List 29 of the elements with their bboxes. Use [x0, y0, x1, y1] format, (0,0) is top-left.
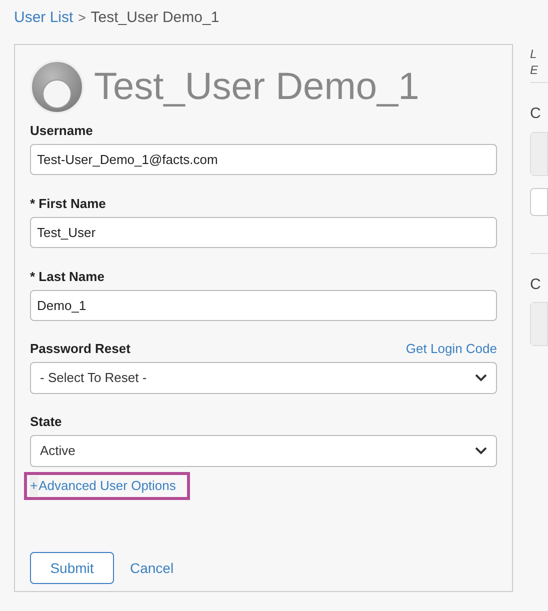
breadcrumb-link[interactable]: User List — [14, 6, 74, 30]
note-text: L — [530, 46, 537, 62]
expand-icon[interactable]: + — [30, 476, 38, 496]
data-table — [530, 302, 548, 346]
data-table — [530, 132, 548, 176]
section-heading: C — [530, 274, 541, 294]
field-label: Password Reset — [30, 340, 130, 358]
breadcrumb-current: Test_User Demo_1 — [90, 8, 220, 28]
advanced-options-link[interactable]: Advanced User Options — [38, 476, 176, 496]
section-heading: C — [530, 104, 541, 124]
select-dropdown[interactable]: - Select To Reset - — [30, 362, 497, 394]
side-field[interactable] — [530, 188, 548, 216]
chevron-down-icon — [475, 374, 487, 382]
field-label: State — [30, 413, 62, 432]
breadcrumb-separator: > — [78, 9, 86, 28]
field-label: * Last Name — [30, 268, 104, 286]
field-label: Username — [30, 122, 93, 140]
input-field[interactable]: Test-User_Demo_1@facts.com — [30, 144, 497, 175]
cancel-link[interactable]: Cancel — [130, 558, 174, 578]
chevron-down-icon — [475, 447, 487, 455]
note-text: E — [530, 62, 538, 78]
login-code-link[interactable]: Get Login Code — [406, 339, 497, 359]
submit-button[interactable]: Submit — [30, 552, 114, 584]
input-field[interactable]: Demo_1 — [30, 290, 497, 321]
avatar-icon — [30, 60, 84, 114]
input-field[interactable]: Test_User — [30, 217, 497, 248]
profile-title: Test_User Demo_1 — [94, 68, 420, 106]
field-label: * First Name — [30, 195, 106, 214]
select-dropdown[interactable]: Active — [30, 435, 497, 467]
